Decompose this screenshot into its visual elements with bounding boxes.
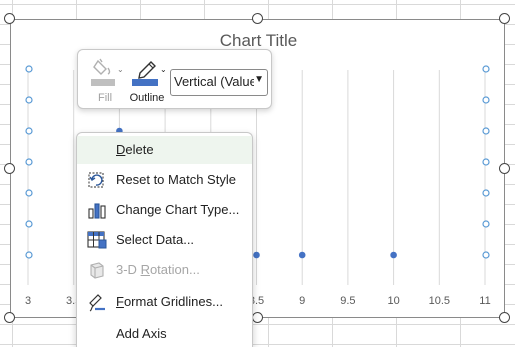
menu-item-delete[interactable]: Delete: [77, 136, 252, 164]
gridline-handle[interactable]: [482, 127, 490, 135]
chart-element-selector-value: Vertical (Value) Axis Major Gridlines: [174, 74, 254, 89]
fill-label: Fill: [97, 92, 113, 104]
data-point[interactable]: [390, 251, 397, 259]
resize-handle-bottom-left[interactable]: [4, 312, 15, 323]
gridline-handle[interactable]: [25, 127, 33, 135]
fill-dropdown-chevron-icon[interactable]: ⌄: [117, 65, 124, 74]
gridline-handle[interactable]: [25, 189, 33, 197]
x-tick-label: 3: [25, 295, 31, 307]
menu-item-label: Reset to Match Style: [116, 172, 236, 187]
gridline-handle[interactable]: [482, 189, 490, 197]
gridline-handle[interactable]: [482, 65, 490, 73]
gridline-handle[interactable]: [482, 220, 490, 228]
menu-item-label: Add Axis: [116, 326, 167, 341]
x-tick-label: 11: [479, 295, 490, 307]
chart-type-icon: [88, 203, 106, 219]
mini-toolbar: ⌄ Fill ⌄ Outline Vertical (Value) Axis M…: [77, 49, 272, 109]
outline-label: Outline: [129, 92, 165, 104]
gridline-handle[interactable]: [25, 158, 33, 166]
fill-button[interactable]: ⌄ Fill: [84, 54, 126, 106]
gridline-handle[interactable]: [25, 220, 33, 228]
menu-item-label: Change Chart Type...: [116, 202, 240, 217]
gridline-selection-handles-right[interactable]: [482, 65, 490, 259]
gridline-selection-handles-left[interactable]: [25, 65, 33, 259]
gridline-handle[interactable]: [482, 251, 490, 259]
format-icon: [89, 294, 105, 312]
x-tick-label: 10: [387, 295, 399, 307]
menu-item-label: Delete: [116, 142, 154, 157]
menu-item-label: Format Gridlines...: [116, 294, 223, 309]
resize-handle-top-center[interactable]: [252, 13, 263, 24]
pen-outline-icon: [132, 61, 158, 86]
menu-item-format-gridlines[interactable]: Format Gridlines...: [77, 288, 252, 316]
paint-bucket-icon: [91, 58, 115, 86]
gridline-handle[interactable]: [482, 96, 490, 104]
chart-element-selector[interactable]: Vertical (Value) Axis Major Gridlines ▼: [170, 69, 268, 96]
gridline-handle[interactable]: [25, 96, 33, 104]
menu-item-label: 3-D Rotation...: [116, 262, 200, 277]
menu-item-change-chart-type[interactable]: Change Chart Type...: [77, 196, 252, 224]
data-point[interactable]: [298, 251, 306, 259]
resize-handle-middle-left[interactable]: [4, 163, 15, 174]
outline-dropdown-chevron-icon[interactable]: ⌄: [160, 65, 167, 74]
select-data-icon: [87, 231, 107, 249]
menu-item-reset-to-match-style[interactable]: Reset to Match Style: [77, 166, 252, 194]
resize-handle-bottom-center[interactable]: [252, 312, 263, 323]
reset-style-icon: [88, 172, 104, 188]
resize-handle-top-left[interactable]: [4, 13, 15, 24]
gridline-handle[interactable]: [25, 65, 33, 73]
gridline-handle[interactable]: [482, 158, 490, 166]
outline-button[interactable]: ⌄ Outline: [126, 54, 168, 106]
x-tick-label: 10.5: [429, 295, 450, 307]
x-tick-label: 9: [299, 295, 305, 307]
menu-item-accelerator: F: [116, 294, 124, 309]
menu-item-label-part: ormat Gridlines...: [123, 294, 223, 309]
menu-item-label-part: 3-D: [116, 262, 141, 277]
data-point[interactable]: [253, 251, 260, 259]
x-tick-label: 9.5: [340, 295, 355, 307]
resize-handle-bottom-right[interactable]: [499, 312, 510, 323]
resize-handle-middle-right[interactable]: [499, 163, 510, 174]
gridline-handle[interactable]: [25, 251, 33, 259]
menu-item-label-rest: elete: [125, 142, 154, 157]
menu-item-add-axis[interactable]: Add Axis: [77, 320, 252, 347]
context-menu: Delete Reset to Match Style Change Chart…: [76, 132, 253, 347]
resize-handle-top-right[interactable]: [499, 13, 510, 24]
menu-item-3d-rotation: 3-D Rotation...: [77, 256, 252, 284]
rotation-3d-icon: [90, 262, 104, 279]
menu-item-select-data[interactable]: Select Data...: [77, 226, 252, 254]
menu-item-accelerator: R: [140, 262, 150, 277]
chevron-down-icon: ▼: [254, 74, 264, 85]
menu-item-label: Select Data...: [116, 232, 195, 247]
menu-item-label-part: otation...: [149, 262, 200, 277]
